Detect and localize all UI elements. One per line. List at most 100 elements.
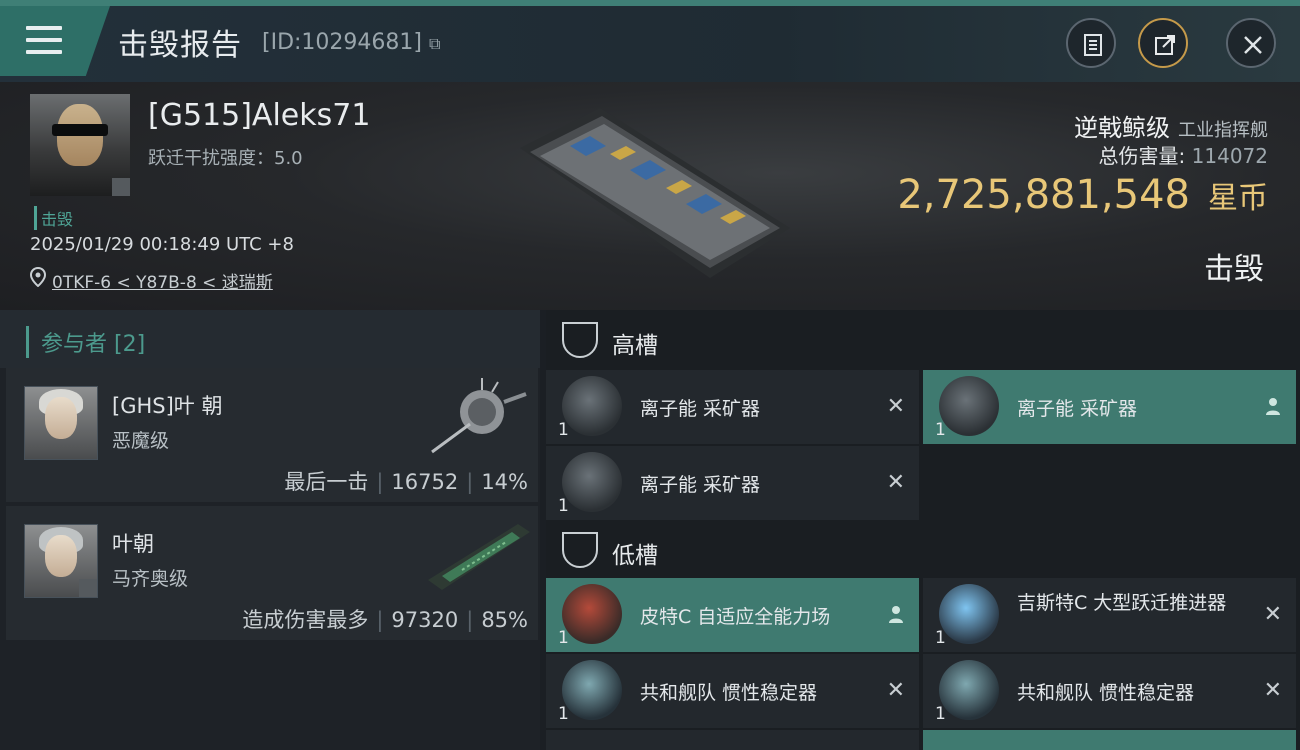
victim-portrait[interactable]	[30, 94, 130, 196]
shield-hardener-icon	[562, 584, 622, 644]
module-item[interactable]: 1 离子能 采矿器 ✕	[546, 370, 919, 444]
hamburger-icon	[26, 26, 62, 54]
share-button[interactable]	[1138, 18, 1188, 68]
module-qty: 1	[558, 420, 569, 440]
participant-percent: 85%	[481, 608, 528, 632]
module-item-partial[interactable]	[546, 730, 919, 750]
isk-amount: 2,725,881,548	[897, 172, 1190, 218]
close-icon	[1244, 36, 1262, 54]
kill-timestamp: 2025/01/29 00:18:49 UTC +8	[30, 234, 294, 255]
victim-name[interactable]: [G515]Aleks71	[148, 98, 370, 133]
destroyed-x-icon: ✕	[886, 394, 905, 419]
high-slot-icon	[562, 322, 598, 358]
total-damage: 总伤害量: 114072	[1099, 140, 1268, 169]
module-qty: 1	[935, 420, 946, 440]
inertia-stabilizer-icon	[939, 660, 999, 720]
report-id[interactable]: [ID:10294681] ⧉	[262, 30, 440, 55]
participant-name[interactable]: 叶朝	[112, 528, 154, 558]
total-damage-label: 总伤害量:	[1098, 144, 1186, 168]
ship-type: 工业指挥舰	[1178, 120, 1268, 141]
mining-laser-icon	[562, 452, 622, 512]
participant-percent: 14%	[481, 470, 528, 494]
kill-status: 击毁	[1204, 252, 1264, 287]
participant-row[interactable]: [GHS]叶 朝 恶魔级 最后一击 | 16752 | 14%	[6, 368, 538, 502]
participant-damage: 16752	[391, 470, 459, 494]
module-name: 共和舰队 惯性稳定器	[640, 682, 818, 704]
victim-ship-image	[520, 108, 790, 278]
victim-banner: [G515]Aleks71 跃迁干扰强度：5.0 击毁 2025/01/29 0…	[0, 82, 1300, 310]
kill-location-link[interactable]: 0TKF-6 < Y87B-8 < 逑瑞斯	[52, 268, 273, 293]
mining-laser-icon	[562, 376, 622, 436]
afterburner-icon	[939, 584, 999, 644]
participant-role: 造成伤害最多	[242, 608, 369, 632]
module-item-partial[interactable]	[923, 730, 1296, 750]
isk-unit: 星币	[1208, 181, 1268, 216]
destroyed-x-icon: ✕	[886, 678, 905, 703]
participant-head	[45, 397, 77, 439]
module-item[interactable]: 1 共和舰队 惯性稳定器 ✕	[546, 654, 919, 728]
destroyed-x-icon: ✕	[1263, 602, 1282, 627]
module-name: 共和舰队 惯性稳定器	[1017, 682, 1195, 704]
module-qty: 1	[558, 704, 569, 724]
high-slot-label: 高槽	[612, 333, 658, 359]
clipboard-button[interactable]	[1066, 18, 1116, 68]
participant-stats: 造成伤害最多 | 97320 | 85%	[242, 608, 528, 632]
clipboard-icon	[1084, 34, 1102, 56]
module-item[interactable]: 1 离子能 采矿器	[923, 370, 1296, 444]
report-id-text: [ID:10294681]	[262, 30, 422, 55]
participant-stats: 最后一击 | 16752 | 14%	[284, 470, 528, 494]
share-icon	[1155, 35, 1175, 55]
low-slot-icon	[562, 532, 598, 568]
participant-head	[45, 535, 77, 577]
module-name: 吉斯特C 大型跃迁推进器	[1017, 592, 1227, 614]
module-item[interactable]: 1 皮特C 自适应全能力场	[546, 578, 919, 652]
low-slot-label: 低槽	[612, 543, 658, 569]
participant-damage: 97320	[391, 608, 459, 632]
participant-portrait[interactable]	[24, 524, 98, 598]
participants-panel: 参与者 [2] [GHS]叶 朝 恶魔级 最后一击 | 16752 | 14% 叶朝 马…	[0, 310, 540, 750]
copy-icon[interactable]: ⧉	[429, 34, 440, 53]
ship-class: 逆戟鲸级 工业指挥舰	[1074, 108, 1268, 143]
person-icon	[889, 606, 903, 623]
page-title: 击毁报告	[118, 28, 242, 63]
low-slot-header: 低槽	[546, 520, 1300, 582]
location-pin-icon	[30, 267, 46, 287]
participant-ship-image	[431, 378, 527, 454]
module-qty: 1	[935, 704, 946, 724]
participant-ship[interactable]: 恶魔级	[112, 426, 169, 453]
person-icon	[1266, 398, 1280, 415]
participant-role: 最后一击	[284, 470, 369, 494]
destroyed-x-icon: ✕	[886, 470, 905, 495]
info-tag-icon	[112, 178, 130, 196]
isk-value: 2,725,881,548 星币	[897, 172, 1268, 218]
mining-laser-icon	[939, 376, 999, 436]
participant-portrait[interactable]	[24, 386, 98, 460]
high-slot-header: 高槽	[546, 310, 1300, 372]
ship-class-name[interactable]: 逆戟鲸级	[1074, 114, 1170, 142]
killed-tag: 击毁	[34, 206, 73, 230]
inertia-stabilizer-icon	[562, 660, 622, 720]
module-name: 皮特C 自适应全能力场	[640, 606, 831, 628]
module-name: 离子能 采矿器	[640, 398, 761, 420]
module-qty: 1	[558, 628, 569, 648]
fitting-panel: 高槽 1 离子能 采矿器 ✕ 1 离子能 采矿器 1 离子能 采矿器 ✕ 低槽 …	[546, 310, 1300, 750]
close-button[interactable]	[1226, 18, 1276, 68]
module-item[interactable]: 1 离子能 采矿器 ✕	[546, 446, 919, 520]
participants-title: 参与者 [2]	[26, 326, 145, 358]
module-qty: 1	[935, 628, 946, 648]
module-item[interactable]: 1 吉斯特C 大型跃迁推进器 ✕	[923, 578, 1296, 652]
participant-ship[interactable]: 马齐奥级	[112, 564, 188, 591]
participants-header: 参与者 [2]	[0, 310, 540, 368]
total-damage-value: 114072	[1191, 144, 1268, 168]
module-item[interactable]: 1 共和舰队 惯性稳定器 ✕	[923, 654, 1296, 728]
participant-ship-image	[428, 524, 530, 590]
participant-name[interactable]: [GHS]叶 朝	[112, 390, 222, 420]
module-name: 离子能 采矿器	[640, 474, 761, 496]
module-name: 离子能 采矿器	[1017, 398, 1138, 420]
module-qty: 1	[558, 496, 569, 516]
destroyed-x-icon: ✕	[1263, 678, 1282, 703]
victim-visor	[52, 124, 108, 136]
warp-disruption: 跃迁干扰强度：5.0	[148, 148, 303, 169]
info-tag-icon	[79, 579, 97, 597]
participant-row[interactable]: 叶朝 马齐奥级 造成伤害最多 | 97320 | 85%	[6, 506, 538, 640]
